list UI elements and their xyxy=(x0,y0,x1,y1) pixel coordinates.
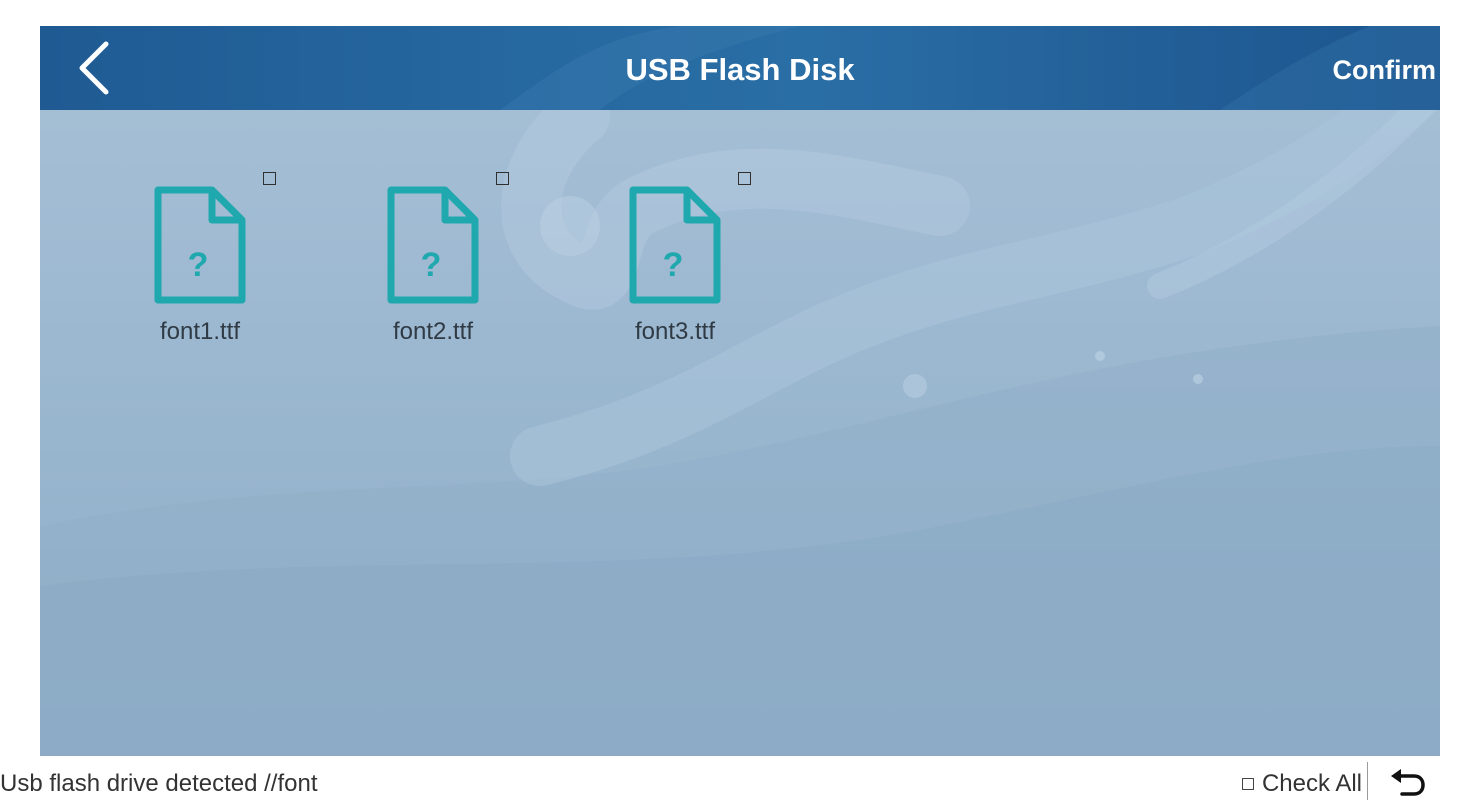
file-item-font1[interactable]: ? font1.ttf xyxy=(120,166,276,366)
unknown-file-icon: ? xyxy=(387,186,479,304)
check-all-checkbox[interactable] xyxy=(1241,778,1254,790)
confirm-button[interactable]: Confirm xyxy=(1313,26,1441,110)
chevron-left-icon xyxy=(79,41,109,95)
svg-text:?: ? xyxy=(421,246,442,284)
file-item-font3[interactable]: ? font3.ttf xyxy=(595,166,751,366)
check-all-label: Check All xyxy=(1261,770,1362,797)
svg-text:?: ? xyxy=(188,246,209,284)
file-checkbox[interactable] xyxy=(263,172,276,185)
file-name: font2.ttf xyxy=(392,318,474,345)
return-arrow-icon xyxy=(1391,769,1425,796)
return-button[interactable] xyxy=(1388,766,1428,798)
back-button[interactable] xyxy=(68,38,124,98)
file-checkbox[interactable] xyxy=(496,172,509,185)
svg-text:?: ? xyxy=(663,246,684,284)
status-divider xyxy=(1367,762,1368,800)
status-bar: Usb flash drive detected //font Check Al… xyxy=(0,756,1440,800)
file-name: font3.ttf xyxy=(634,318,716,345)
app-frame: USB Flash Disk Confirm ? font1.ttf ? fon… xyxy=(0,26,1440,800)
check-all-toggle[interactable]: Check All xyxy=(1241,770,1362,798)
status-message: Usb flash drive detected //font xyxy=(0,770,318,797)
unknown-file-icon: ? xyxy=(629,186,721,304)
file-checkbox[interactable] xyxy=(738,172,751,185)
unknown-file-icon: ? xyxy=(154,186,246,304)
header-decoration xyxy=(500,26,1440,110)
title-bar: USB Flash Disk Confirm xyxy=(40,26,1440,110)
file-item-font2[interactable]: ? font2.ttf xyxy=(353,166,509,366)
file-name: font1.ttf xyxy=(159,318,241,345)
file-browser-screen: USB Flash Disk Confirm ? font1.ttf ? fon… xyxy=(40,26,1440,756)
background-waves xyxy=(40,36,1440,756)
